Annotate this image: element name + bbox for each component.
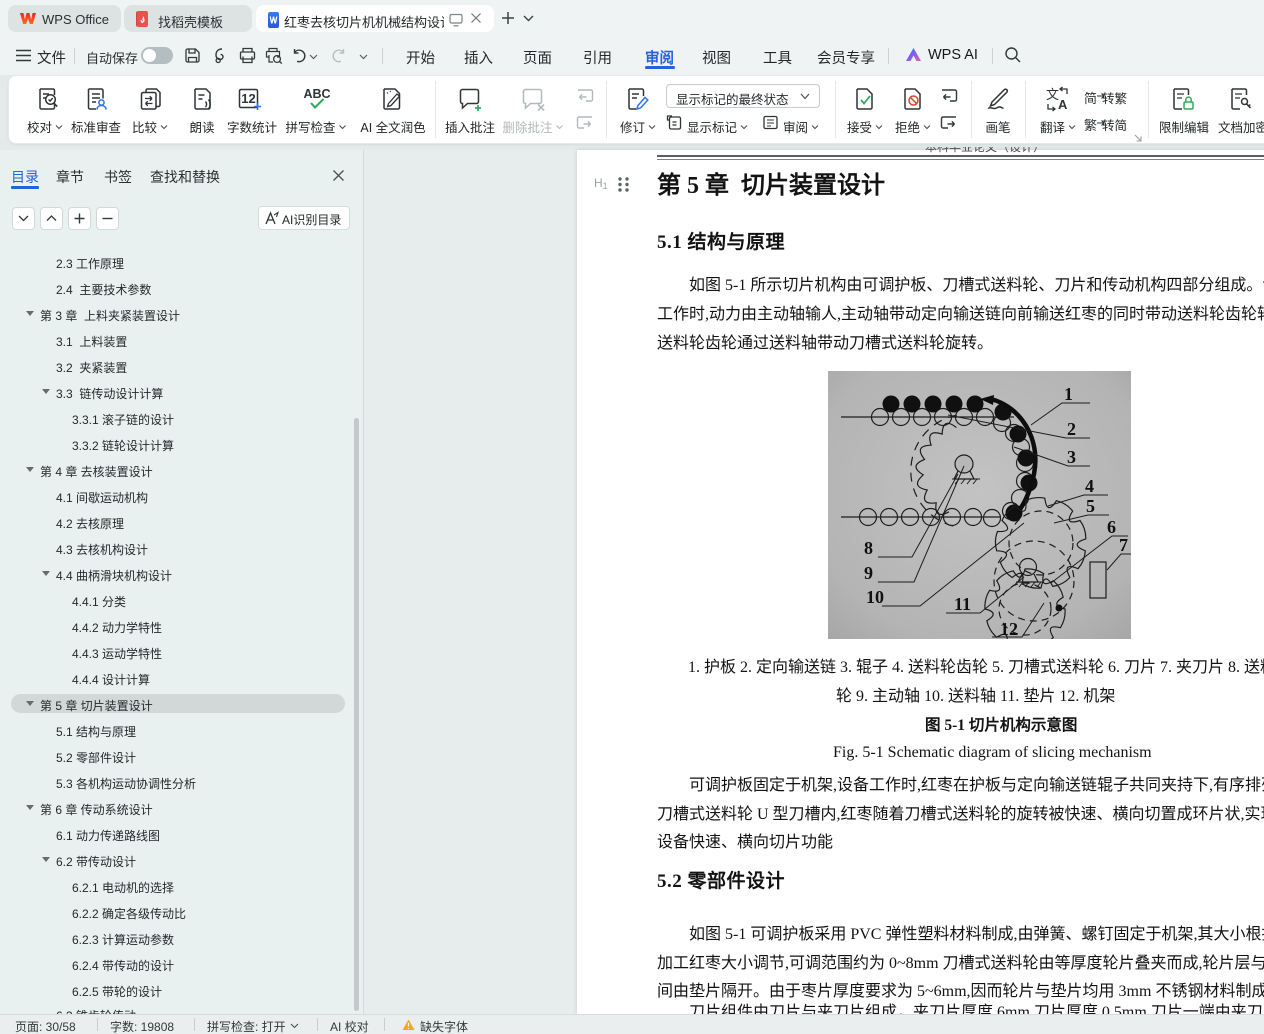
svg-text:12: 12: [241, 91, 255, 106]
svg-text:1: 1: [1064, 384, 1073, 404]
svg-text:5: 5: [1086, 496, 1095, 516]
svg-text:12: 12: [1000, 619, 1018, 639]
svg-text:3: 3: [1067, 447, 1076, 467]
svg-text:4: 4: [1085, 476, 1094, 496]
svg-text:2: 2: [1067, 419, 1076, 439]
svg-text:A: A: [1058, 97, 1068, 112]
svg-text:6: 6: [1107, 517, 1116, 537]
svg-text:7: 7: [1119, 535, 1128, 555]
svg-text:10: 10: [866, 587, 884, 607]
svg-text:ABC: ABC: [303, 87, 330, 101]
svg-text:9: 9: [864, 563, 873, 583]
svg-text:11: 11: [954, 594, 971, 614]
svg-text:8: 8: [864, 538, 873, 558]
